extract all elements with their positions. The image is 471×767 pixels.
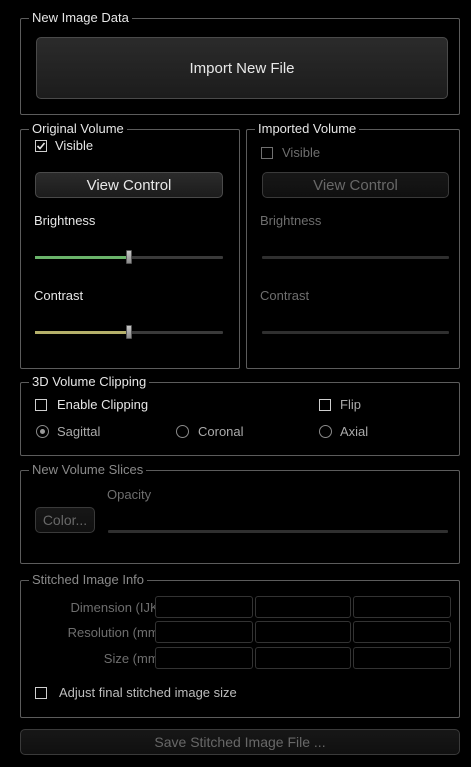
brightness-fill: [35, 256, 129, 259]
size-i-field[interactable]: [155, 647, 253, 669]
imported-view-control-button[interactable]: View Control: [262, 172, 449, 198]
imported-visible-label: Visible: [282, 145, 321, 160]
radio-selected-dot: [40, 429, 45, 434]
axial-label: Axial: [340, 424, 369, 439]
imported-brightness-slider[interactable]: [262, 256, 449, 259]
enable-clipping-checkbox[interactable]: [35, 399, 47, 411]
original-volume-title: Original Volume: [29, 121, 127, 137]
resolution-i-field[interactable]: [155, 621, 253, 643]
resolution-k-field[interactable]: [353, 621, 451, 643]
new-image-data-group: New Image Data Import New File: [20, 10, 460, 115]
dimension-label: Dimension (IJK): [70, 600, 163, 615]
axial-radio[interactable]: [319, 425, 332, 438]
resolution-label: Resolution (mm): [67, 625, 163, 640]
new-image-data-title: New Image Data: [29, 10, 132, 26]
checkmark-icon: [36, 142, 46, 150]
imported-contrast-label: Contrast: [260, 288, 310, 303]
dimension-k-field[interactable]: [353, 596, 451, 618]
clipping-title: 3D Volume Clipping: [29, 374, 150, 390]
dimension-j-field[interactable]: [255, 596, 351, 618]
original-view-control-button[interactable]: View Control: [35, 172, 223, 198]
new-volume-slices-title: New Volume Slices: [29, 462, 147, 478]
dimension-i-field[interactable]: [155, 596, 253, 618]
opacity-slider[interactable]: [108, 530, 448, 533]
adjust-size-checkbox[interactable]: [35, 687, 47, 699]
flip-label: Flip: [340, 397, 361, 412]
original-contrast-label: Contrast: [34, 288, 84, 303]
contrast-fill: [35, 331, 129, 334]
coronal-label: Coronal: [198, 424, 244, 439]
imported-brightness-label: Brightness: [260, 213, 322, 228]
size-k-field[interactable]: [353, 647, 451, 669]
stitched-info-group: Stitched Image Info Dimension (IJK) Reso…: [20, 572, 460, 718]
imported-contrast-slider[interactable]: [262, 331, 449, 334]
original-brightness-slider[interactable]: [35, 250, 223, 264]
opacity-label: Opacity: [107, 487, 152, 502]
stitched-info-title: Stitched Image Info: [29, 572, 148, 588]
resolution-j-field[interactable]: [255, 621, 351, 643]
enable-clipping-label: Enable Clipping: [57, 397, 149, 412]
imported-volume-group: Imported Volume Visible View Control Bri…: [246, 121, 460, 369]
import-new-file-button[interactable]: Import New File: [36, 37, 448, 99]
imported-volume-title: Imported Volume: [255, 121, 360, 137]
imported-visible-checkbox[interactable]: [261, 147, 273, 159]
sagittal-label: Sagittal: [57, 424, 101, 439]
original-contrast-slider[interactable]: [35, 325, 223, 339]
original-brightness-label: Brightness: [34, 213, 96, 228]
flip-checkbox[interactable]: [319, 399, 331, 411]
coronal-radio[interactable]: [176, 425, 189, 438]
brightness-slider-handle[interactable]: [126, 250, 132, 264]
size-j-field[interactable]: [255, 647, 351, 669]
contrast-slider-handle[interactable]: [126, 325, 132, 339]
sagittal-radio[interactable]: [36, 425, 49, 438]
color-button[interactable]: Color...: [35, 507, 95, 533]
original-volume-group: Original Volume Visible View Control Bri…: [20, 121, 240, 369]
clipping-group: 3D Volume Clipping Enable Clipping Flip …: [20, 374, 460, 456]
original-visible-checkbox[interactable]: [35, 140, 47, 152]
save-stitched-image-button[interactable]: Save Stitched Image File ...: [20, 729, 460, 755]
original-visible-label: Visible: [55, 138, 94, 153]
new-volume-slices-group: New Volume Slices Color... Opacity: [20, 462, 460, 564]
adjust-size-label: Adjust final stitched image size: [59, 685, 237, 700]
